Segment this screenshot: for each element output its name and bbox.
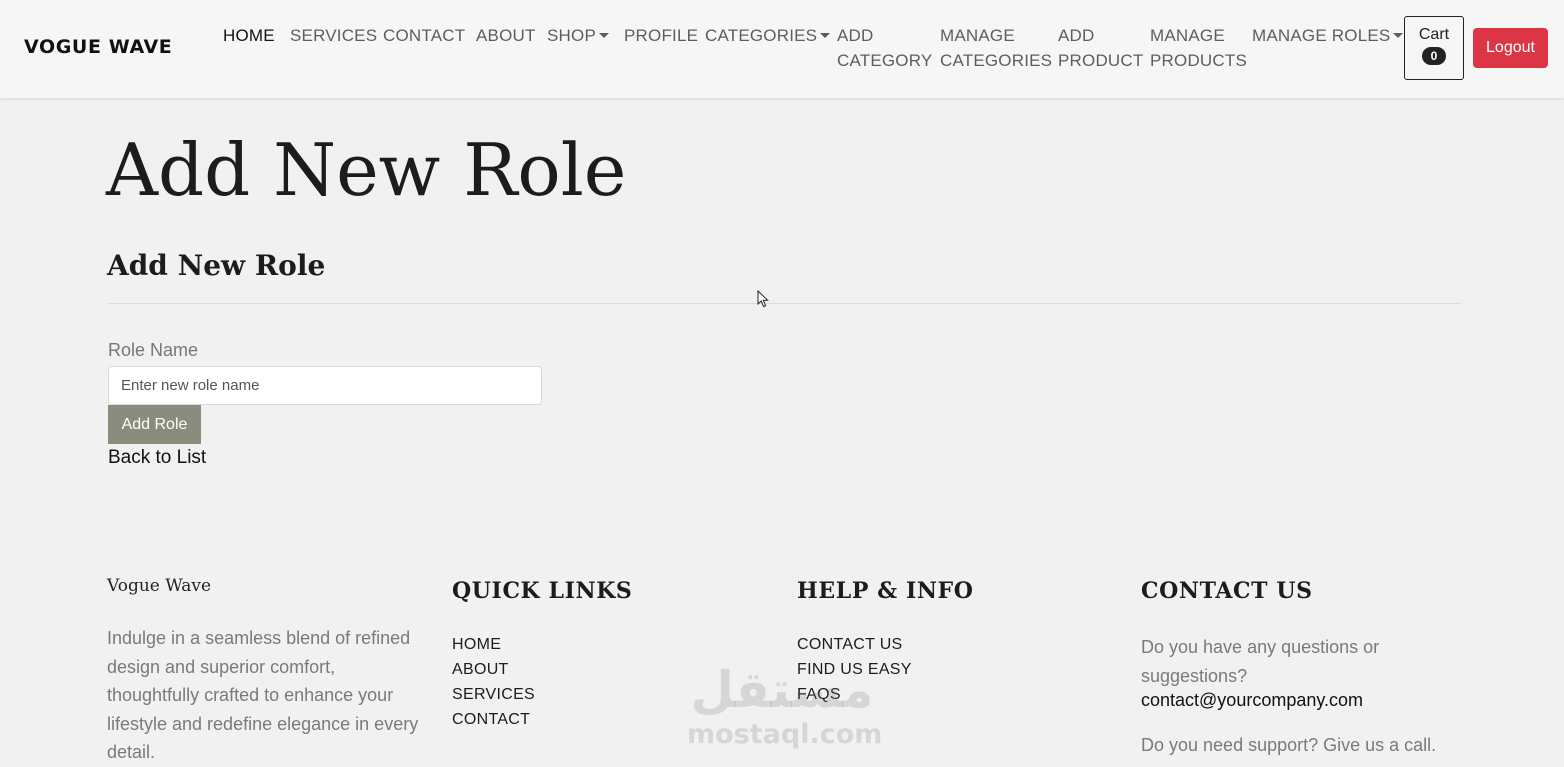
nav-item-label: SERVICES [290,26,378,45]
footer-description: Indulge in a seamless blend of refined d… [107,628,419,762]
nav-item-home[interactable]: HOME [223,23,275,48]
help-info-list: CONTACT US FIND US EASY FAQS [797,632,912,707]
nav-item-label: CATEGORIES [705,26,818,45]
section-title: Add New Role [107,249,326,282]
add-role-button[interactable]: Add Role [108,405,201,444]
nav-item-add-product[interactable]: ADD PRODUCT [1058,23,1143,73]
nav-item-label: CONTACT [383,26,466,45]
nav-item-manage-products[interactable]: MANAGE PRODUCTS [1150,23,1247,73]
section-divider [108,303,1461,304]
cart-count-badge: 0 [1422,47,1446,65]
footer-link-contact-us[interactable]: CONTACT US [797,632,912,657]
contact-support-text: Do you need support? Give us a call. [1141,735,1437,755]
nav-item-label: MANAGE ROLES [1252,26,1391,45]
contact-email-link[interactable]: contact@yourcompany.com [1141,690,1363,711]
caret-down-icon [598,33,609,38]
nav-item-label: ABOUT [476,26,536,45]
role-name-label: Role Name [108,340,199,360]
nav-item-shop-dropdown[interactable]: SHOP [547,23,609,48]
footer-link-faqs[interactable]: FAQS [797,682,912,707]
caret-down-icon [820,33,831,38]
logout-button[interactable]: Logout [1473,28,1548,68]
nav-item-label-line2: PRODUCT [1058,51,1144,70]
top-navbar: VOGUE WAVE HOME SERVICES CONTACT ABOUT S… [0,0,1564,98]
quick-links-list: HOME ABOUT SERVICES CONTACT [452,632,535,732]
footer-link-about[interactable]: ABOUT [452,657,535,682]
nav-item-label: HOME [223,26,275,45]
nav-item-label-line2: CATEGORY [837,51,933,70]
contact-question: Do you have any questions or suggestions… [1141,637,1380,686]
nav-item-categories-dropdown[interactable]: CATEGORIES [705,23,831,48]
footer-link-services[interactable]: SERVICES [452,682,535,707]
footer-brand: Vogue Wave [107,576,212,596]
role-name-input[interactable] [108,366,542,405]
footer-link-find-us-easy[interactable]: FIND US EASY [797,657,912,682]
nav-item-manage-roles-dropdown[interactable]: MANAGE ROLES [1252,23,1404,48]
nav-item-label: PROFILE [624,26,699,45]
nav-item-services[interactable]: SERVICES [290,23,377,48]
nav-item-label: SHOP [547,26,596,45]
nav-item-manage-categories[interactable]: MANAGE CATEGORIES [940,23,1052,73]
nav-item-add-category[interactable]: ADD CATEGORY [837,23,932,73]
back-to-list-link[interactable]: Back to List [108,447,206,469]
footer-link-contact[interactable]: CONTACT [452,707,535,732]
nav-item-contact[interactable]: CONTACT [383,23,465,48]
help-info-heading: HELP & INFO [797,578,974,604]
nav-item-profile[interactable]: PROFILE [624,23,698,48]
nav-item-label-line1: ADD [1058,26,1095,45]
quick-links-heading: QUICK LINKS [452,578,633,604]
watermark-latin: mostaql.com [687,719,883,750]
page-title: Add New Role [106,128,627,212]
nav-item-label-line2: CATEGORIES [940,51,1053,70]
footer-link-home[interactable]: HOME [452,632,535,657]
nav-item-label-line2: PRODUCTS [1150,51,1247,70]
nav-item-label-line1: MANAGE [940,26,1015,45]
caret-down-icon [1393,33,1404,38]
cart-button[interactable]: Cart 0 [1404,16,1464,80]
brand-logo[interactable]: VOGUE WAVE [24,36,172,58]
nav-item-about[interactable]: ABOUT [476,23,536,48]
mouse-pointer-icon [757,290,769,308]
nav-item-label-line1: ADD [837,26,874,45]
nav-item-label-line1: MANAGE [1150,26,1225,45]
contact-us-heading: CONTACT US [1141,578,1313,604]
cart-label: Cart [1418,26,1450,43]
